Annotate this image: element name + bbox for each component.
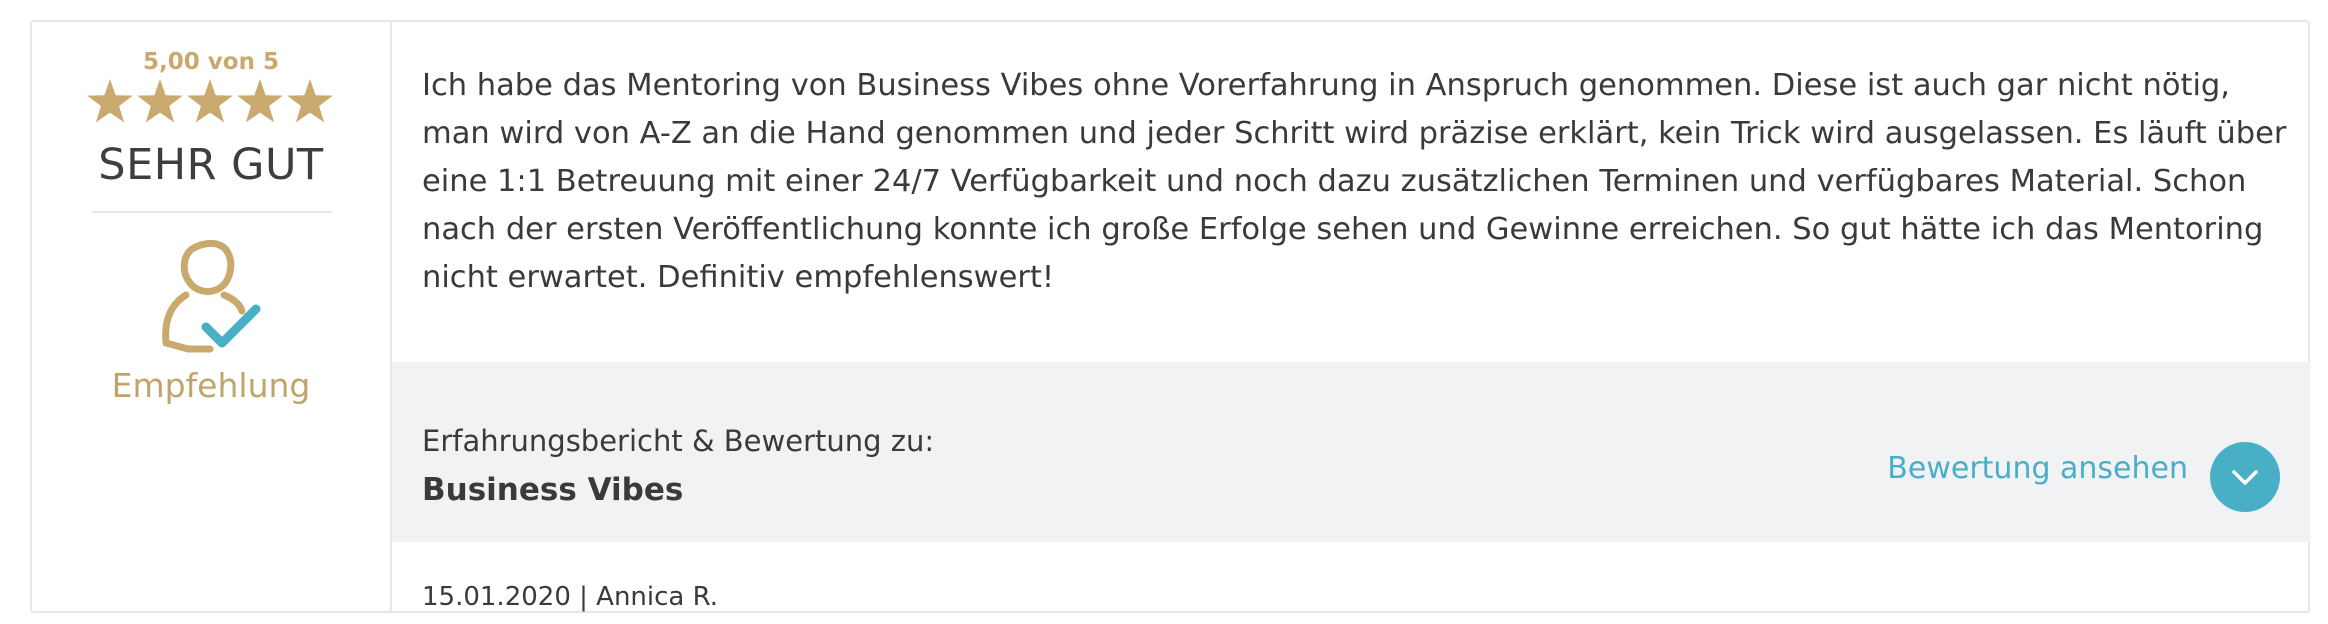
stars-icon: [87, 79, 333, 123]
expand-button[interactable]: [2210, 442, 2280, 512]
star-icon: [287, 79, 333, 123]
star-icon: [87, 79, 133, 123]
subject-label: Erfahrungsbericht & Bewertung zu:: [422, 424, 935, 458]
star-icon: [237, 79, 283, 123]
person-check-icon: [162, 240, 261, 353]
rating-verdict: SEHR GUT: [98, 140, 324, 190]
recommendation-label: Empfehlung: [111, 366, 311, 405]
recommendation-badge: [32, 239, 390, 359]
score-text: 5,00 von 5: [143, 49, 279, 75]
review-meta: 15.01.2020 | Annica R.: [422, 582, 719, 612]
view-review-link[interactable]: Bewertung ansehen: [1887, 451, 2188, 486]
subject-product: Business Vibes: [422, 472, 684, 508]
star-rating: [32, 78, 390, 126]
chevron-down-icon: [2232, 470, 2258, 485]
star-icon: [187, 79, 233, 123]
review-text: Ich habe das Mentoring von Business Vibe…: [422, 68, 2287, 295]
star-icon: [137, 79, 183, 123]
review-card: 5,00 von 5 SEHR GUT Empfehlung Ich habe …: [30, 20, 2310, 613]
rating-panel: 5,00 von 5 SEHR GUT Empfehlung: [32, 22, 392, 611]
divider: [92, 211, 332, 213]
review-subject-panel: Erfahrungsbericht & Bewertung zu: Busine…: [392, 362, 2310, 542]
